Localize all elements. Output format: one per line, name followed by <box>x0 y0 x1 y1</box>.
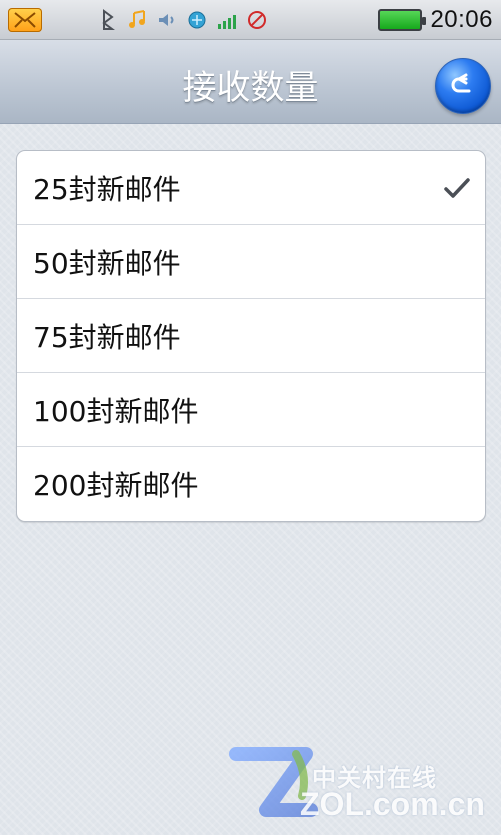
list-item-label: 75封新邮件 <box>33 320 181 354</box>
back-arrow-icon <box>451 73 471 93</box>
status-bar: 20:06 <box>0 0 501 40</box>
page-title: 接收数量 <box>182 68 319 108</box>
list-item-75[interactable]: 75封新邮件 <box>17 299 485 373</box>
notification-area <box>8 7 48 32</box>
speaker-icon <box>156 9 178 31</box>
list-item-label: 25封新邮件 <box>33 172 181 206</box>
list-item-label: 200封新邮件 <box>33 469 199 502</box>
alarm-disabled-icon <box>246 9 268 31</box>
quantity-list: 25封新邮件 50封新邮件 75封新邮件 100封新邮件 200封新邮件 <box>16 150 486 522</box>
watermark-english: ZOL.com.cn <box>300 786 485 822</box>
envelope-icon <box>8 7 42 32</box>
list-item-100[interactable]: 100封新邮件 <box>17 373 485 447</box>
checkmark-icon <box>444 177 470 198</box>
list-item-label: 50封新邮件 <box>33 246 181 280</box>
bluetooth-icon <box>96 8 118 31</box>
status-right: 20:06 <box>378 6 493 34</box>
clock: 20:06 <box>430 5 493 33</box>
signal-3g-icon <box>216 9 238 31</box>
watermark: 中关村在线 ZOL.com.cn <box>216 738 496 828</box>
header: 接收数量 <box>0 40 501 124</box>
music-note-icon <box>126 9 148 31</box>
list-item-label: 100封新邮件 <box>33 394 199 428</box>
sync-globe-icon <box>186 9 208 31</box>
back-button[interactable] <box>435 58 491 114</box>
status-icons <box>96 8 378 31</box>
list-item-25[interactable]: 25封新邮件 <box>17 151 485 225</box>
battery-icon <box>378 8 427 31</box>
list-item-200[interactable]: 200封新邮件 <box>17 447 485 521</box>
list-item-50[interactable]: 50封新邮件 <box>17 225 485 299</box>
